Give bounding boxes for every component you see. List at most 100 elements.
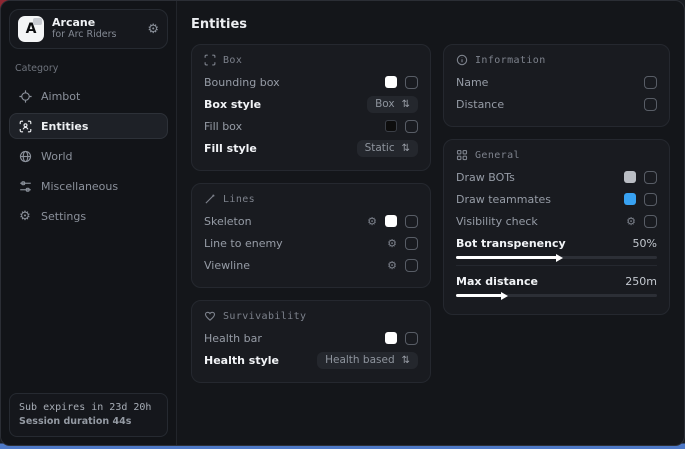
sidebar-item-miscellaneous[interactable]: Miscellaneous	[9, 173, 168, 199]
visibility-check-checkbox[interactable]	[644, 215, 657, 228]
setting-label: Bot transpenency	[456, 237, 566, 250]
setting-label: Fill box	[204, 120, 242, 133]
gear-icon[interactable]: ⚙	[626, 216, 636, 227]
app-title: Arcane	[52, 17, 139, 30]
setting-label: Line to enemy	[204, 237, 283, 250]
card-title: Box	[223, 55, 242, 66]
setting-row: Box style Box ⇅	[204, 93, 418, 115]
setting-label: Box style	[204, 98, 261, 111]
max-distance-slider[interactable]	[456, 294, 657, 297]
fill-style-dropdown[interactable]: Static ⇅	[357, 140, 418, 157]
page-title: Entities	[191, 17, 670, 32]
globe-icon	[18, 150, 32, 163]
setting-row: Fill box	[204, 115, 418, 137]
sub-expiry-text: Sub expires in 23d 20h	[19, 401, 158, 416]
draw-teammates-checkbox[interactable]	[644, 193, 657, 206]
sidebar-item-aimbot[interactable]: Aimbot	[9, 83, 168, 109]
app-logo: A	[18, 16, 44, 42]
category-label: Category	[15, 63, 162, 74]
setting-row: Line to enemy ⚙	[204, 232, 418, 254]
pencil-icon	[204, 193, 216, 205]
box-card: Box Bounding box Box style Box ⇅	[191, 44, 431, 171]
subscription-status: Sub expires in 23d 20h Session duration …	[9, 393, 168, 437]
setting-row: Viewline ⚙	[204, 254, 418, 276]
lines-card: Lines Skeleton ⚙ Line to enemy ⚙	[191, 183, 431, 288]
sidebar-item-label: Entities	[41, 120, 88, 133]
bot-transparency-slider[interactable]	[456, 256, 657, 259]
color-swatch[interactable]	[385, 76, 397, 88]
heart-pulse-icon	[204, 310, 216, 322]
setting-row: Draw BOTs	[456, 166, 657, 188]
dropdown-value: Box	[375, 98, 395, 110]
gear-icon[interactable]: ⚙	[147, 22, 159, 37]
draw-bots-checkbox[interactable]	[644, 171, 657, 184]
slider-value: 50%	[633, 237, 657, 250]
setting-row: Skeleton ⚙	[204, 210, 418, 232]
sidebar: A Arcane for Arc Riders ⚙ Category Aimbo…	[1, 1, 177, 445]
color-swatch[interactable]	[624, 171, 636, 183]
sidebar-item-entities[interactable]: Entities	[9, 113, 168, 139]
setting-row: Fill style Static ⇅	[204, 137, 418, 159]
sidebar-item-label: World	[41, 150, 73, 163]
scan-person-icon	[18, 120, 32, 133]
setting-label: Fill style	[204, 142, 257, 155]
color-swatch[interactable]	[385, 332, 397, 344]
logo-letter: A	[26, 21, 37, 37]
dropdown-value: Health based	[325, 354, 395, 366]
sidebar-item-world[interactable]: World	[9, 143, 168, 169]
color-swatch[interactable]	[385, 215, 397, 227]
setting-row: Bounding box	[204, 71, 418, 93]
updown-arrows-icon: ⇅	[402, 143, 410, 154]
setting-row: Health bar	[204, 327, 418, 349]
setting-label: Bounding box	[204, 76, 280, 89]
grid-icon	[456, 149, 468, 161]
setting-row: Health style Health based ⇅	[204, 349, 418, 371]
setting-label: Distance	[456, 98, 504, 111]
gear-icon: ⚙	[18, 209, 32, 224]
health-style-dropdown[interactable]: Health based ⇅	[317, 352, 418, 369]
distance-checkbox[interactable]	[644, 98, 657, 111]
gear-icon[interactable]: ⚙	[367, 216, 377, 227]
card-title: Survivability	[223, 311, 306, 322]
bot-transparency-setting: Bot transpenency 50%	[456, 234, 657, 259]
brackets-icon	[204, 54, 216, 66]
fill-box-checkbox[interactable]	[405, 120, 418, 133]
crosshair-icon	[18, 90, 32, 103]
divider	[456, 265, 657, 266]
information-card: Information Name Distance	[443, 44, 670, 127]
box-style-dropdown[interactable]: Box ⇅	[367, 96, 418, 113]
max-distance-setting: Max distance 250m	[456, 272, 657, 297]
setting-label: Viewline	[204, 259, 250, 272]
sliders-icon	[18, 180, 32, 193]
card-title: Lines	[223, 194, 255, 205]
sidebar-item-label: Miscellaneous	[41, 180, 118, 193]
card-title: General	[475, 150, 520, 161]
bounding-box-checkbox[interactable]	[405, 76, 418, 89]
setting-row: Name	[456, 71, 657, 93]
color-swatch[interactable]	[624, 193, 636, 205]
setting-label: Name	[456, 76, 488, 89]
info-icon	[456, 54, 468, 66]
setting-label: Health style	[204, 354, 279, 367]
health-bar-checkbox[interactable]	[405, 332, 418, 345]
app-subtitle: for Arc Riders	[52, 30, 139, 41]
line-to-enemy-checkbox[interactable]	[405, 237, 418, 250]
slider-fill	[456, 256, 557, 259]
gear-icon[interactable]: ⚙	[387, 238, 397, 249]
dropdown-value: Static	[365, 142, 395, 154]
app-window: A Arcane for Arc Riders ⚙ Category Aimbo…	[0, 0, 685, 446]
sidebar-item-label: Aimbot	[41, 90, 80, 103]
setting-label: Skeleton	[204, 215, 252, 228]
setting-label: Draw teammates	[456, 193, 551, 206]
viewline-checkbox[interactable]	[405, 259, 418, 272]
color-swatch[interactable]	[385, 120, 397, 132]
setting-label: Visibility check	[456, 215, 538, 228]
skeleton-checkbox[interactable]	[405, 215, 418, 228]
brand-card: A Arcane for Arc Riders ⚙	[9, 9, 168, 49]
name-checkbox[interactable]	[644, 76, 657, 89]
updown-arrows-icon: ⇅	[402, 99, 410, 110]
general-card: General Draw BOTs Draw teammates	[443, 139, 670, 315]
main-content: Entities Box Bounding box	[177, 1, 684, 445]
gear-icon[interactable]: ⚙	[387, 260, 397, 271]
sidebar-item-settings[interactable]: ⚙ Settings	[9, 203, 168, 229]
